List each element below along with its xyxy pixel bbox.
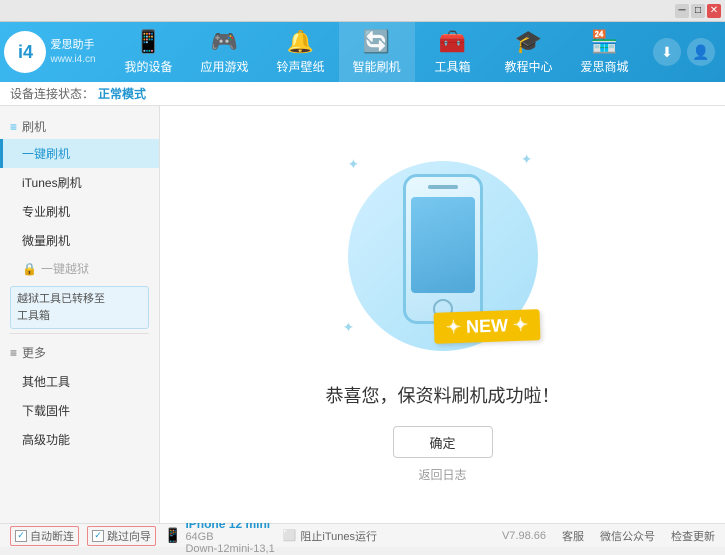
maximize-button[interactable]: □ — [691, 4, 705, 18]
nav-item-ringtone[interactable]: 🔔 铃声壁纸 — [263, 22, 339, 82]
sidebar-section-more: ≡ 更多 — [0, 338, 159, 367]
skip-wizard-checkbox[interactable]: ✓ 跳过向导 — [87, 526, 156, 546]
logo-text: 爱思助手 www.i4.cn — [50, 38, 95, 65]
lock-icon: 🔒 — [22, 262, 37, 276]
sidebar-divider — [10, 333, 149, 334]
sidebar-locked-jailbreak: 🔒 一键越狱 — [0, 255, 159, 282]
sidebar-item-other-tools[interactable]: 其他工具 — [0, 367, 159, 396]
apps-games-icon: 🎮 — [211, 29, 238, 55]
ringtone-icon: 🔔 — [287, 29, 314, 55]
logo-circle: i4 — [4, 31, 46, 73]
new-badge: ✦ NEW ✦ — [434, 309, 541, 344]
minimize-button[interactable]: ─ — [675, 4, 689, 18]
connection-status-bar: 设备连接状态： 正常模式 — [0, 82, 725, 106]
sparkle-3: ✦ — [343, 319, 355, 336]
nav-item-itunes-city[interactable]: 🏪 爱思商城 — [567, 22, 643, 82]
nav-items: 📱 我的设备 🎮 应用游戏 🔔 铃声壁纸 🔄 智能刷机 🧰 工具箱 🎓 教程中心… — [100, 22, 653, 82]
header: i4 爱思助手 www.i4.cn 📱 我的设备 🎮 应用游戏 🔔 铃声壁纸 🔄… — [0, 22, 725, 82]
itunes-row[interactable]: ⬜ 阻止iTunes运行 — [283, 528, 377, 544]
auto-disconnect-cb[interactable]: ✓ — [15, 530, 27, 542]
conn-status-label: 设备连接状态： — [10, 85, 94, 102]
more-section-icon: ≡ — [10, 346, 17, 360]
logo-char: i4 — [18, 42, 33, 63]
close-button[interactable]: ✕ — [707, 4, 721, 18]
sidebar-item-micro-flash[interactable]: 微量刷机 — [0, 226, 159, 255]
itunes-city-icon: 🏪 — [591, 29, 618, 55]
nav-item-smart-shop[interactable]: 🔄 智能刷机 — [339, 22, 415, 82]
nav-item-toolbox[interactable]: 🧰 工具箱 — [415, 22, 491, 82]
device-icon: 📱 — [164, 527, 181, 544]
wechat-link[interactable]: 微信公众号 — [600, 528, 655, 544]
title-bar: ─ □ ✕ — [0, 0, 725, 22]
smart-shop-icon: 🔄 — [363, 29, 390, 55]
sparkle-1: ✦ — [348, 156, 360, 173]
sidebar-item-download-firmware[interactable]: 下载固件 — [0, 396, 159, 425]
nav-item-tutorial[interactable]: 🎓 教程中心 — [491, 22, 567, 82]
itunes-icon: ⬜ — [283, 529, 297, 542]
auto-disconnect-checkbox[interactable]: ✓ 自动断连 — [10, 526, 79, 546]
success-text: 恭喜您，保资料刷机成功啦！ — [326, 382, 560, 408]
device-model: Down-12mini-13,1 — [185, 543, 274, 555]
toolbox-icon: 🧰 — [439, 29, 466, 55]
status-right: V7.98.66 客服 微信公众号 检查更新 — [502, 528, 715, 544]
nav-right: ⬇ 👤 — [653, 38, 725, 66]
sparkle-2: ✦ — [521, 151, 533, 168]
tutorial-icon: 🎓 — [515, 29, 542, 55]
logo[interactable]: i4 爱思助手 www.i4.cn — [0, 31, 100, 73]
sidebar-section-flash: ≡ 刷机 — [0, 112, 159, 139]
flash-section-icon: ≡ — [10, 120, 17, 134]
download-button[interactable]: ⬇ — [653, 38, 681, 66]
status-bar: ✓ 自动断连 ✓ 跳过向导 📱 iPhone 12 mini 64GB Down… — [0, 523, 725, 547]
sidebar-item-one-click-flash[interactable]: 一键刷机 — [0, 139, 159, 168]
phone-illustration: ✦ ✦ ✦ ✦ NEW ✦ — [343, 146, 543, 366]
sidebar: ≡ 刷机 一键刷机 iTunes刷机 专业刷机 微量刷机 🔒 一键越狱 越狱工具… — [0, 106, 160, 523]
sidebar-item-advanced[interactable]: 高级功能 — [0, 425, 159, 454]
my-device-icon: 📱 — [135, 29, 162, 55]
conn-status-value: 正常模式 — [98, 85, 146, 102]
confirm-button[interactable]: 确定 — [393, 426, 493, 458]
version-label: V7.98.66 — [502, 530, 546, 542]
skip-wizard-cb[interactable]: ✓ — [92, 530, 104, 542]
service-link[interactable]: 客服 — [562, 528, 584, 544]
nav-item-my-device[interactable]: 📱 我的设备 — [111, 22, 187, 82]
back-link[interactable]: 返回日志 — [418, 466, 466, 483]
device-storage: 64GB — [185, 531, 274, 543]
content-area: ✦ ✦ ✦ ✦ NEW ✦ 恭喜您，保资料刷机成功啦！ 确定 返回日志 — [160, 106, 725, 523]
sidebar-item-itunes-flash[interactable]: iTunes刷机 — [0, 168, 159, 197]
nav-item-apps-games[interactable]: 🎮 应用游戏 — [187, 22, 263, 82]
main-area: ≡ 刷机 一键刷机 iTunes刷机 专业刷机 微量刷机 🔒 一键越狱 越狱工具… — [0, 106, 725, 523]
sidebar-notice: 越狱工具已转移至 工具箱 — [10, 286, 149, 329]
check-update-link[interactable]: 检查更新 — [671, 528, 715, 544]
sidebar-item-pro-flash[interactable]: 专业刷机 — [0, 197, 159, 226]
user-button[interactable]: 👤 — [687, 38, 715, 66]
